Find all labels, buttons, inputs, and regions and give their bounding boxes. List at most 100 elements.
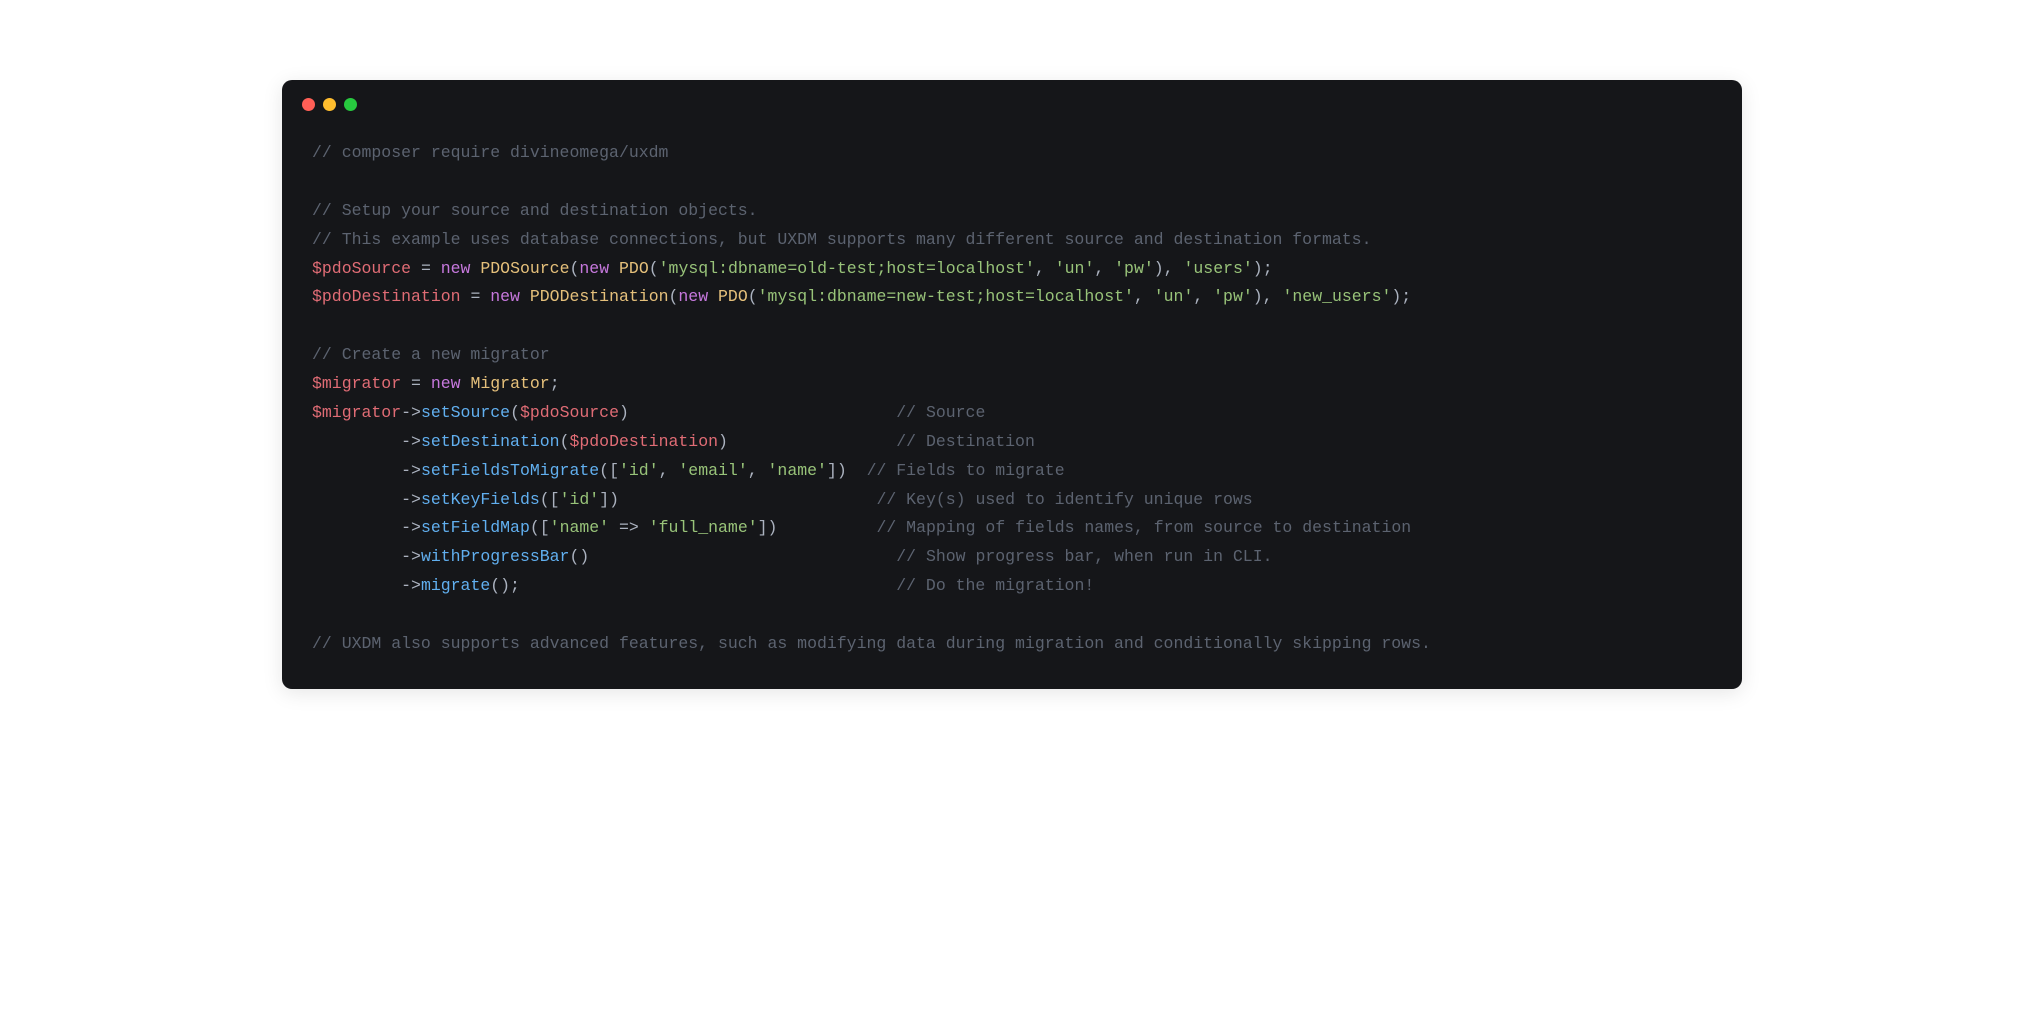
code-token-comment: // Source [896,403,985,422]
code-token-punct [461,287,471,306]
code-token-string: 'mysql:dbname=new-test;host=localhost' [758,287,1134,306]
code-token-string: 'id' [619,461,659,480]
window-minimize-icon[interactable] [323,98,336,111]
code-token-punct [520,287,530,306]
code-token-function: migrate [421,576,490,595]
code-token-string: 'pw' [1213,287,1253,306]
code-token-class-name: Migrator [470,374,549,393]
code-token-variable: $migrator [312,403,401,422]
code-token-operator: = [470,287,480,306]
code-token-string: 'un' [1055,259,1095,278]
code-token-punct: ([ [530,518,550,537]
code-token-operator: -> [401,518,421,537]
code-token-comment: // Key(s) used to identify unique rows [876,490,1252,509]
code-token-string: 'pw' [1114,259,1154,278]
code-token-variable: $pdoSource [520,403,619,422]
code-token-comment: // This example uses database connection… [312,230,1371,249]
code-token-punct: , [1134,287,1154,306]
window-close-icon[interactable] [302,98,315,111]
code-token-punct [639,518,649,537]
code-token-operator: -> [401,576,421,595]
code-token-keyword: new [579,259,609,278]
code-token-string: 'id' [560,490,600,509]
code-token-function: setFieldsToMigrate [421,461,599,480]
code-token-string: 'new_users' [1282,287,1391,306]
code-token-punct: (); [490,576,896,595]
code-token-punct [431,259,441,278]
code-token-variable: $pdoSource [312,259,411,278]
code-token-punct: , [659,461,679,480]
code-token-comment: // Setup your source and destination obj… [312,201,758,220]
code-token-punct: ); [1253,259,1273,278]
code-token-punct: ( [560,432,570,451]
code-token-punct: , [748,461,768,480]
code-token-operator: -> [401,403,421,422]
code-token-punct [470,259,480,278]
code-token-punct [312,490,401,509]
code-token-function: withProgressBar [421,547,570,566]
code-token-punct [609,518,619,537]
code-token-comment: // Fields to migrate [867,461,1065,480]
code-token-operator: = [411,374,421,393]
code-token-punct: ), [1253,287,1283,306]
code-token-string: 'mysql:dbname=old-test;host=localhost' [659,259,1035,278]
code-token-punct [401,374,411,393]
code-token-comment: // UXDM also supports advanced features,… [312,634,1431,653]
code-token-variable: $migrator [312,374,401,393]
code-token-comment: // composer require divineomega/uxdm [312,143,668,162]
window-maximize-icon[interactable] [344,98,357,111]
code-token-string: 'email' [678,461,747,480]
code-token-variable: $pdoDestination [312,287,461,306]
code-token-comment: // Do the migration! [896,576,1094,595]
code-token-operator: = [421,259,431,278]
code-token-string: 'un' [1154,287,1194,306]
code-token-keyword: new [431,374,461,393]
code-token-punct: ); [1391,287,1411,306]
code-token-operator: => [619,518,639,537]
code-token-punct: () [569,547,896,566]
code-token-punct: ]) [758,518,877,537]
code-token-keyword: new [490,287,520,306]
code-token-function: setFieldMap [421,518,530,537]
code-token-punct: ( [570,259,580,278]
code-token-class-name: PDODestination [530,287,669,306]
code-token-punct: ) [619,403,896,422]
code-token-punct: ([ [599,461,619,480]
code-token-punct [312,518,401,537]
code-token-class-name: PDO [718,287,748,306]
code-token-function: setSource [421,403,510,422]
code-token-punct [609,259,619,278]
code-token-punct: ([ [540,490,560,509]
code-token-punct: ( [669,287,679,306]
code-token-keyword: new [441,259,471,278]
code-token-punct: ) [718,432,896,451]
code-token-operator: -> [401,432,421,451]
code-token-string: 'users' [1183,259,1252,278]
code-token-punct [421,374,431,393]
code-token-punct [312,576,401,595]
code-token-operator: -> [401,490,421,509]
code-token-class-name: PDOSource [480,259,569,278]
code-token-punct [480,287,490,306]
code-token-string: 'name' [768,461,827,480]
code-token-function: setDestination [421,432,560,451]
code-token-punct: ]) [827,461,867,480]
code-token-comment: // Destination [896,432,1035,451]
code-token-punct: ; [550,374,560,393]
code-window: // composer require divineomega/uxdm // … [282,80,1742,689]
code-token-punct: ( [748,287,758,306]
code-token-punct: , [1035,259,1055,278]
code-token-punct [312,432,401,451]
code-token-comment: // Create a new migrator [312,345,550,364]
code-token-punct: ), [1154,259,1184,278]
code-token-function: setKeyFields [421,490,540,509]
code-token-punct: , [1094,259,1114,278]
code-token-string: 'name' [550,518,609,537]
code-token-operator: -> [401,547,421,566]
code-token-operator: -> [401,461,421,480]
code-token-comment: // Mapping of fields names, from source … [876,518,1411,537]
code-token-punct: ( [510,403,520,422]
code-token-variable: $pdoDestination [569,432,718,451]
code-block[interactable]: // composer require divineomega/uxdm // … [282,119,1742,689]
code-token-punct: ( [649,259,659,278]
